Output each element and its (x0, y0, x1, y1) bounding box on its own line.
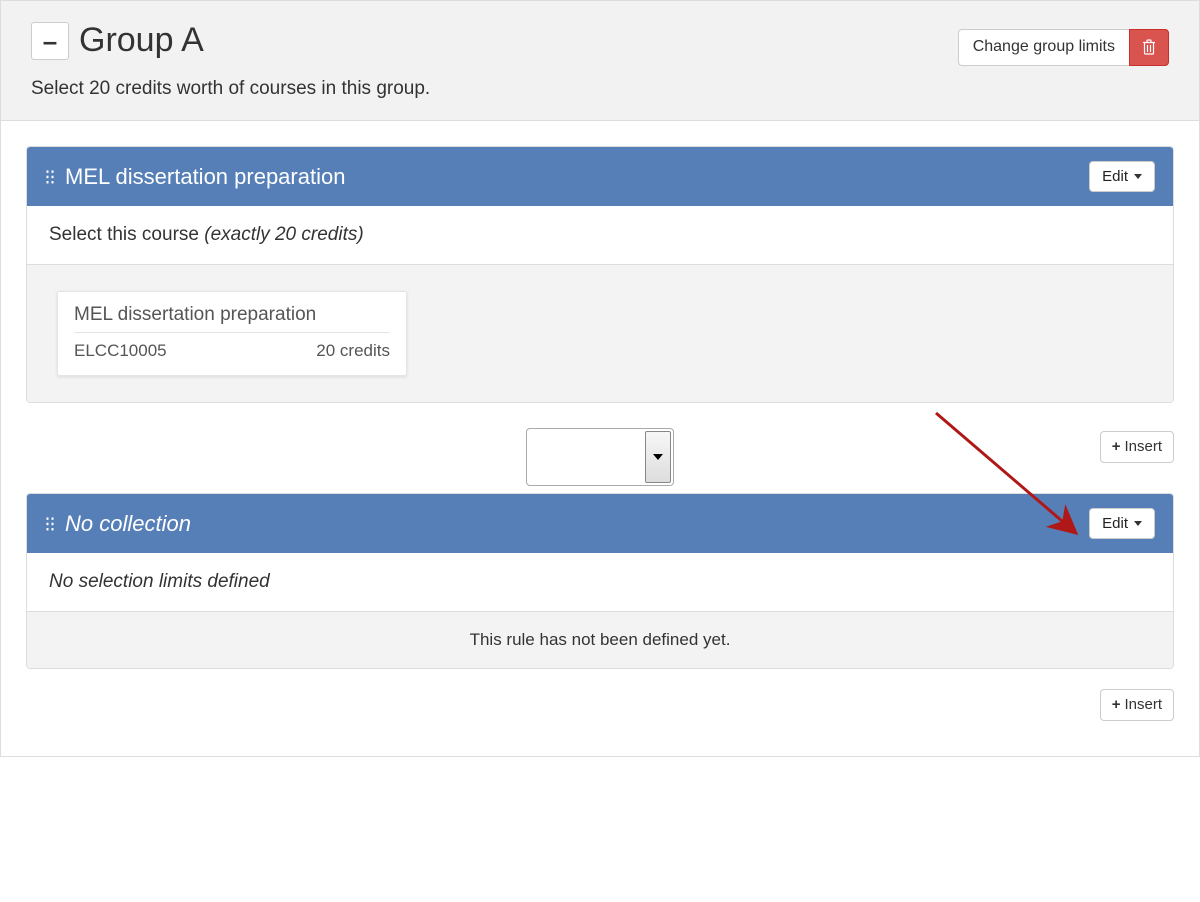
delete-group-button[interactable] (1129, 29, 1169, 66)
bottom-insert-row: + Insert (26, 669, 1174, 731)
course-name: MEL dissertation preparation (74, 304, 390, 333)
drag-handle-icon[interactable] (45, 516, 55, 532)
collection-rule: Select this course (exactly 20 credits) (27, 206, 1173, 265)
operator-row: + Insert (26, 403, 1174, 493)
edit-collection-button[interactable]: Edit (1089, 508, 1155, 539)
collection-panel-heading: No collection Edit (27, 494, 1173, 553)
insert-label: Insert (1124, 695, 1162, 715)
edit-label: Edit (1102, 515, 1128, 532)
collection-title: MEL dissertation preparation (65, 164, 345, 190)
collection-title: No collection (65, 511, 191, 537)
group-header: – Group A Change group limits Select 20 … (1, 1, 1199, 121)
empty-rule-message: This rule has not been defined yet. (27, 612, 1173, 668)
select-dropdown-button[interactable] (645, 431, 671, 483)
course-code: ELCC10005 (74, 341, 167, 361)
chevron-down-icon (1134, 174, 1142, 179)
collection-panel: MEL dissertation preparation Edit Select… (26, 146, 1174, 403)
group-body: MEL dissertation preparation Edit Select… (1, 121, 1199, 756)
course-credits: 20 credits (316, 341, 390, 361)
chevron-down-icon (653, 454, 663, 460)
group-title: Group A (79, 21, 204, 60)
edit-collection-button[interactable]: Edit (1089, 161, 1155, 192)
collection-content: MEL dissertation preparation ELCC10005 2… (27, 265, 1173, 402)
plus-icon: + (1112, 695, 1121, 715)
rule-detail: (exactly 20 credits) (204, 224, 363, 245)
chevron-down-icon (1134, 521, 1142, 526)
rule-text: No selection limits defined (49, 571, 270, 592)
collection-panel-empty: No collection Edit No selection limits d… (26, 493, 1174, 669)
edit-label: Edit (1102, 168, 1128, 185)
insert-label: Insert (1124, 437, 1162, 457)
change-group-limits-button[interactable]: Change group limits (958, 29, 1129, 66)
insert-button[interactable]: + Insert (1100, 431, 1174, 463)
insert-button[interactable]: + Insert (1100, 689, 1174, 721)
trash-icon (1142, 39, 1156, 55)
course-card[interactable]: MEL dissertation preparation ELCC10005 2… (57, 291, 407, 376)
group-actions: Change group limits (958, 29, 1169, 66)
collection-rule: No selection limits defined (27, 553, 1173, 612)
plus-icon: + (1112, 437, 1121, 457)
collection-panel-heading: MEL dissertation preparation Edit (27, 147, 1173, 206)
rule-prefix: Select this course (49, 224, 204, 245)
drag-handle-icon[interactable] (45, 169, 55, 185)
collapse-button[interactable]: – (31, 22, 69, 60)
group-container: – Group A Change group limits Select 20 … (0, 0, 1200, 757)
group-subtitle: Select 20 credits worth of courses in th… (31, 78, 1169, 100)
operator-select[interactable] (526, 428, 674, 486)
